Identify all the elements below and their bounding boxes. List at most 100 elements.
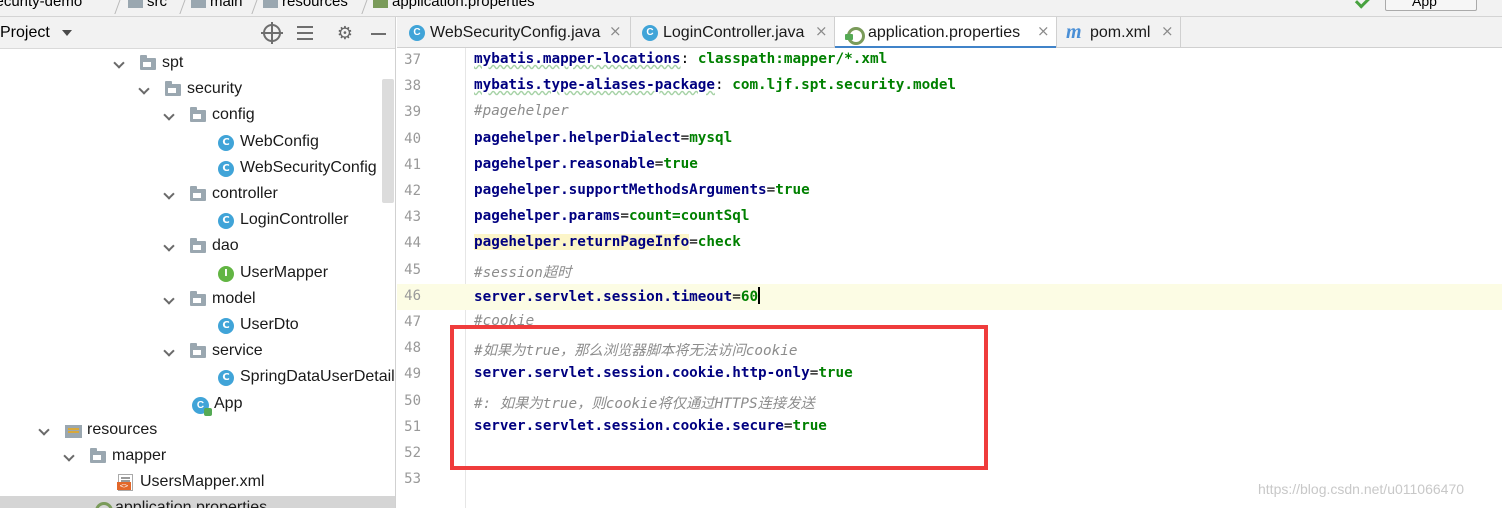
code-token: pagehelper.reasonable [474, 155, 655, 172]
package-folder-icon [190, 107, 206, 123]
tab-application-properties[interactable]: application.properties × [835, 17, 1057, 49]
text-caret [758, 286, 761, 304]
tree-item-label: WebSecurityConfig [240, 158, 377, 176]
code-line[interactable]: 38 mybatis.type-aliases-package: com.ljf.… [397, 74, 1502, 100]
code-token: = [620, 208, 629, 225]
tree-item[interactable]: service [0, 339, 395, 365]
tree-item[interactable]: C WebSecurityConfig [0, 156, 395, 182]
tree-item[interactable]: security [0, 77, 395, 103]
ide-window: security-demo src main resources applica… [0, 0, 1502, 508]
expand-toggle-icon[interactable] [38, 424, 50, 436]
code-token: 60 [740, 288, 759, 305]
run-configuration-selector[interactable]: App [1385, 0, 1477, 11]
close-icon[interactable]: × [1037, 22, 1050, 40]
tree-item-label: LoginController [240, 211, 349, 229]
breadcrumb-separator [179, 0, 188, 14]
line-number: 51 [404, 418, 421, 435]
breadcrumb-item-resources[interactable]: resources [263, 0, 348, 10]
package-folder-icon [190, 343, 206, 359]
watermark: https://blog.csdn.net/u011066470 [1258, 481, 1465, 497]
tree-item[interactable]: I UserMapper [0, 261, 395, 287]
tree-item[interactable]: C UserDto [0, 313, 395, 339]
code-line[interactable]: 37 mybatis.mapper-locations: classpath:ma… [397, 48, 1502, 74]
code-line[interactable]: 39 #pagehelper [397, 100, 1502, 126]
close-icon[interactable]: × [1161, 22, 1174, 40]
class-icon: C [218, 318, 234, 334]
tree-item[interactable]: application.properties [0, 496, 395, 508]
tree-item[interactable]: resources [0, 418, 395, 444]
hide-panel-icon[interactable] [370, 23, 390, 43]
tree-item[interactable]: UsersMapper.xml [0, 470, 395, 496]
code-text: pagehelper.returnPageInfo=check [474, 234, 741, 251]
tree-item-label: UsersMapper.xml [140, 473, 265, 491]
tree-item-label: config [212, 106, 255, 124]
package-folder-icon [190, 290, 206, 306]
build-arrow-icon[interactable] [1354, 0, 1372, 9]
tree-item[interactable]: dao [0, 234, 395, 260]
line-number: 49 [404, 366, 421, 383]
tree-item[interactable]: C WebConfig [0, 130, 395, 156]
tree-item-label: security [187, 80, 243, 98]
class-icon: C [642, 25, 658, 41]
code-line[interactable]: 43 pagehelper.params=count=countSql [397, 205, 1502, 231]
line-number: 40 [404, 130, 421, 147]
code-token: = [766, 182, 776, 198]
close-icon[interactable]: × [609, 22, 622, 40]
code-line[interactable]: 40 pagehelper.helperDialect=mysql [397, 127, 1502, 153]
close-icon[interactable]: × [815, 22, 828, 40]
breadcrumb-item-project[interactable]: security-demo [0, 0, 82, 10]
code-line[interactable]: 44 pagehelper.returnPageInfo=check [397, 231, 1502, 257]
code-line[interactable]: 45 #session超时 [397, 258, 1502, 284]
expand-toggle-icon[interactable] [63, 450, 75, 462]
package-folder-icon [190, 186, 206, 201]
class-icon: C [409, 25, 425, 41]
tree-item[interactable]: mapper [0, 444, 395, 470]
class-icon: C [218, 134, 234, 151]
code-token: pagehelper.helperDialect [474, 129, 681, 146]
tree-item-label: model [212, 289, 256, 307]
code-token: com.ljf.spt.security.model [732, 77, 957, 94]
tree-item[interactable]: config [0, 103, 395, 129]
chevron-down-icon[interactable] [62, 30, 72, 36]
code-token: = [732, 288, 741, 305]
code-line[interactable]: 42 pagehelper.supportMethodsArguments=tru… [397, 179, 1502, 205]
tree-item-label: SpringDataUserDetail [240, 368, 395, 386]
breadcrumb-item-src[interactable]: src [128, 0, 167, 10]
project-view-selector[interactable]: Project [0, 24, 50, 42]
tab-websecurityconfig[interactable]: C WebSecurityConfig.java × [397, 17, 631, 48]
code-token: #session超时 [474, 264, 572, 281]
tree-item[interactable]: controller [0, 182, 395, 208]
package-folder-icon [140, 55, 156, 70]
locate-file-icon[interactable] [261, 22, 283, 44]
package-folder-icon [190, 238, 206, 254]
breadcrumb-item-main[interactable]: main [191, 0, 243, 10]
tree-item[interactable]: C SpringDataUserDetail [0, 365, 395, 391]
tree-item[interactable]: spt [0, 51, 395, 77]
tree-item[interactable]: C LoginController [0, 208, 395, 234]
folder-icon [128, 0, 143, 8]
code-token: pagehelper.returnPageInfo [474, 234, 690, 251]
expand-toggle-icon[interactable] [113, 57, 125, 69]
breadcrumb-item-file[interactable]: application.properties [373, 0, 535, 10]
tab-logincontroller[interactable]: C LoginController.java × [631, 17, 835, 48]
tab-label: WebSecurityConfig.java [430, 24, 601, 41]
breadcrumb-separator [251, 0, 260, 14]
line-number: 48 [404, 340, 421, 357]
code-line[interactable]: 41 pagehelper.reasonable=true [397, 153, 1502, 179]
expand-toggle-icon[interactable] [163, 240, 175, 253]
tab-pom-xml[interactable]: m pom.xml × [1057, 17, 1181, 48]
code-line[interactable]: 46 server.servlet.session.timeout=60 [397, 283, 1502, 310]
code-token: true [663, 155, 698, 172]
expand-toggle-icon[interactable] [163, 345, 175, 357]
tree-scrollbar[interactable] [382, 79, 394, 203]
expand-toggle-icon[interactable] [163, 293, 175, 305]
tree-item[interactable]: C App [0, 392, 395, 418]
expand-toggle-icon[interactable] [163, 109, 175, 122]
expand-toggle-icon[interactable] [138, 83, 150, 95]
code-text: #session超时 [474, 261, 571, 282]
expand-toggle-icon[interactable] [163, 188, 175, 200]
run-configuration-label: App [1412, 0, 1437, 9]
tree-item[interactable]: model [0, 287, 395, 313]
collapse-all-icon[interactable] [295, 23, 315, 43]
gear-icon[interactable]: ⚙ [335, 23, 355, 43]
